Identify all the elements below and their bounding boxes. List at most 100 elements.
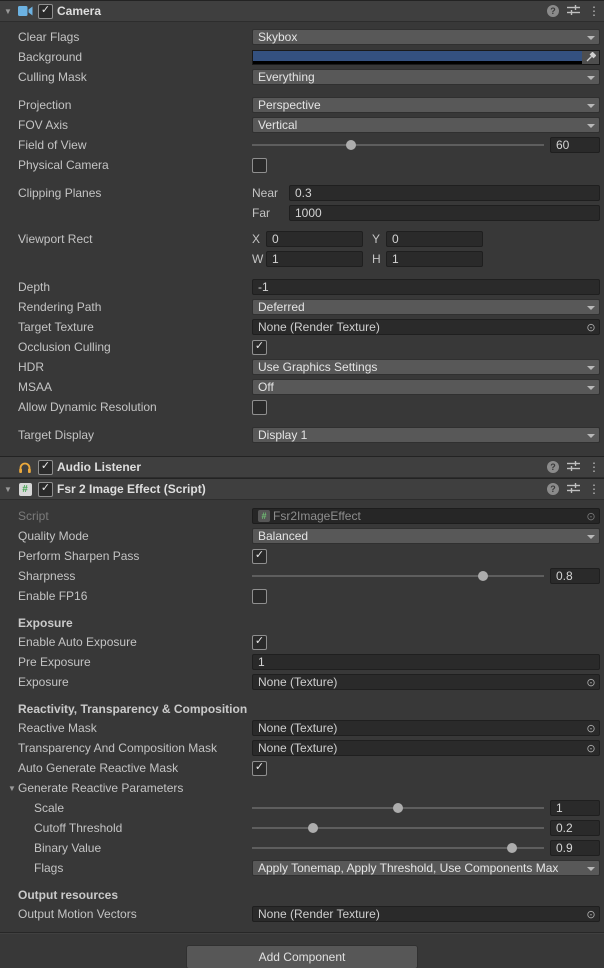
fov-axis-dropdown[interactable]: Vertical (252, 117, 600, 133)
target-texture-object-field[interactable]: None (Render Texture)⊙ (252, 319, 600, 335)
chevron-down-icon (587, 104, 595, 108)
presets-icon[interactable] (567, 482, 580, 497)
slider-knob[interactable] (346, 140, 356, 150)
depth-field[interactable]: -1 (252, 279, 600, 295)
binary-value-slider[interactable] (252, 840, 544, 856)
output-motion-vectors-row: Output Motion Vectors None (Render Textu… (0, 904, 604, 924)
physical-camera-label: Physical Camera (0, 158, 252, 172)
object-picker-icon[interactable]: ⊙ (583, 676, 599, 689)
projection-row: Projection Perspective (0, 95, 604, 115)
context-menu-icon[interactable]: ⋮ (588, 461, 596, 473)
background-row: Background (0, 47, 604, 67)
help-icon[interactable]: ? (547, 5, 559, 17)
context-menu-icon[interactable]: ⋮ (588, 483, 596, 495)
viewport-y-field[interactable]: 0 (386, 231, 483, 247)
enable-fp16-checkbox[interactable]: ✓ (252, 589, 267, 604)
slider-knob[interactable] (393, 803, 403, 813)
object-picker-icon[interactable]: ⊙ (583, 321, 599, 334)
chevron-down-icon (587, 867, 595, 871)
camera-enabled-checkbox[interactable]: ✓ (38, 4, 53, 19)
occlusion-culling-row: Occlusion Culling ✓ (0, 337, 604, 357)
camera-component-header[interactable]: ▼ ✓ Camera ? ⋮ (0, 0, 604, 22)
viewport-rect-xy-row: Viewport Rect X 0 Y 0 (0, 229, 604, 249)
enable-fp16-label: Enable FP16 (0, 589, 252, 603)
scale-value[interactable]: 1 (550, 800, 600, 816)
rendering-path-row: Rendering Path Deferred (0, 297, 604, 317)
context-menu-icon[interactable]: ⋮ (588, 5, 596, 17)
rendering-path-dropdown[interactable]: Deferred (252, 299, 600, 315)
target-display-dropdown[interactable]: Display 1 (252, 427, 600, 443)
exposure-object-field[interactable]: None (Texture)⊙ (252, 674, 600, 690)
help-icon[interactable]: ? (547, 483, 559, 495)
binary-value-row: Binary Value 0.9 (0, 838, 604, 858)
clipping-planes-far-row: Far 1000 (0, 203, 604, 223)
occlusion-culling-checkbox[interactable]: ✓ (252, 340, 267, 355)
field-of-view-value[interactable]: 60 (550, 137, 600, 153)
transparency-mask-object-field[interactable]: None (Texture)⊙ (252, 740, 600, 756)
perform-sharpen-pass-label: Perform Sharpen Pass (0, 549, 252, 563)
presets-icon[interactable] (567, 460, 580, 475)
allow-dynamic-resolution-checkbox[interactable]: ✓ (252, 400, 267, 415)
hdr-dropdown[interactable]: Use Graphics Settings (252, 359, 600, 375)
culling-mask-dropdown[interactable]: Everything (252, 69, 600, 85)
presets-icon[interactable] (567, 4, 580, 19)
sharpness-row: Sharpness 0.8 (0, 566, 604, 586)
msaa-label: MSAA (0, 380, 252, 394)
binary-value-value[interactable]: 0.9 (550, 840, 600, 856)
slider-knob[interactable] (507, 843, 517, 853)
chevron-down-icon (587, 386, 595, 390)
flags-dropdown[interactable]: Apply Tonemap, Apply Threshold, Use Comp… (252, 860, 600, 876)
projection-dropdown[interactable]: Perspective (252, 97, 600, 113)
foldout-icon[interactable]: ▼ (0, 485, 16, 494)
slider-knob[interactable] (308, 823, 318, 833)
far-field[interactable]: 1000 (289, 205, 600, 221)
fsr2-enabled-checkbox[interactable]: ✓ (38, 482, 53, 497)
audio-listener-component-header[interactable]: ✓ Audio Listener ? ⋮ (0, 456, 604, 478)
cutoff-threshold-slider[interactable] (252, 820, 544, 836)
object-picker-icon[interactable]: ⊙ (583, 908, 599, 921)
camera-icon (16, 3, 34, 19)
field-of-view-slider[interactable] (252, 137, 544, 153)
enable-auto-exposure-checkbox[interactable]: ✓ (252, 635, 267, 650)
viewport-w-field[interactable]: 1 (266, 251, 363, 267)
viewport-h-field[interactable]: 1 (386, 251, 483, 267)
scale-label: Scale (0, 801, 252, 815)
output-motion-vectors-object-field[interactable]: None (Render Texture)⊙ (252, 906, 600, 922)
quality-mode-dropdown[interactable]: Balanced (252, 528, 600, 544)
foldout-icon[interactable]: ▼ (6, 784, 18, 793)
add-component-button[interactable]: Add Component (186, 945, 418, 968)
quality-mode-row: Quality Mode Balanced (0, 526, 604, 546)
eyedropper-icon[interactable] (582, 51, 599, 64)
cutoff-threshold-value[interactable]: 0.2 (550, 820, 600, 836)
help-icon[interactable]: ? (547, 461, 559, 473)
physical-camera-checkbox[interactable]: ✓ (252, 158, 267, 173)
near-field[interactable]: 0.3 (289, 185, 600, 201)
sharpness-value[interactable]: 0.8 (550, 568, 600, 584)
viewport-x-field[interactable]: 0 (266, 231, 363, 247)
object-picker-icon[interactable]: ⊙ (583, 742, 599, 755)
sharpness-slider[interactable] (252, 568, 544, 584)
slider-knob[interactable] (478, 571, 488, 581)
clear-flags-row: Clear Flags Skybox (0, 27, 604, 47)
audio-listener-enabled-checkbox[interactable]: ✓ (38, 460, 53, 475)
divider (0, 932, 604, 934)
clear-flags-dropdown[interactable]: Skybox (252, 29, 600, 45)
audio-listener-title: Audio Listener (57, 460, 547, 474)
fsr2-component-header[interactable]: ▼ # ✓ Fsr 2 Image Effect (Script) ? ⋮ (0, 478, 604, 500)
fov-axis-row: FOV Axis Vertical (0, 115, 604, 135)
scale-slider[interactable] (252, 800, 544, 816)
pre-exposure-label: Pre Exposure (0, 655, 252, 669)
foldout-icon[interactable]: ▼ (0, 7, 16, 16)
background-color-field[interactable] (252, 50, 600, 65)
clear-flags-label: Clear Flags (0, 30, 252, 44)
pre-exposure-field[interactable]: 1 (252, 654, 600, 670)
reactive-mask-row: Reactive Mask None (Texture)⊙ (0, 718, 604, 738)
perform-sharpen-pass-checkbox[interactable]: ✓ (252, 549, 267, 564)
camera-component-title: Camera (57, 4, 547, 18)
color-swatch[interactable] (253, 51, 582, 61)
msaa-dropdown[interactable]: Off (252, 379, 600, 395)
generate-reactive-parameters-row[interactable]: ▼ Generate Reactive Parameters (0, 778, 604, 798)
auto-generate-reactive-mask-checkbox[interactable]: ✓ (252, 761, 267, 776)
object-picker-icon[interactable]: ⊙ (583, 722, 599, 735)
reactive-mask-object-field[interactable]: None (Texture)⊙ (252, 720, 600, 736)
